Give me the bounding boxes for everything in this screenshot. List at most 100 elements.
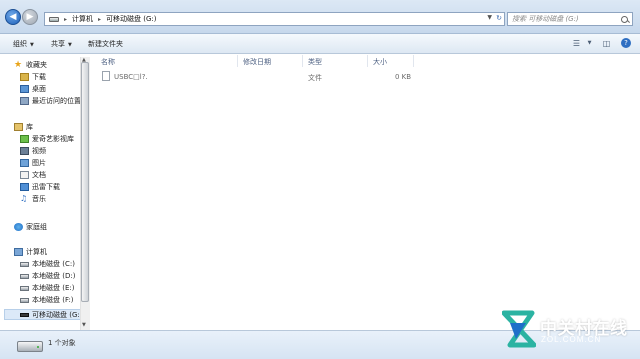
- nav-recent-label: 最近访问的位置: [32, 97, 81, 105]
- hard-drive-icon: [20, 273, 29, 279]
- address-bar[interactable]: ▸ 计算机 ▸ 可移动磁盘 (G:) ▼ ↻: [44, 12, 505, 26]
- column-header-modified[interactable]: 修改日期: [243, 57, 271, 67]
- chevron-down-icon[interactable]: ▼: [487, 14, 492, 21]
- nav-drive-f[interactable]: 本地磁盘 (F:): [20, 295, 74, 305]
- nav-downloads-label: 下载: [32, 73, 46, 81]
- nav-favorites-label: 收藏夹: [26, 61, 47, 69]
- title-address-bar: ◀ ▶ ▸ 计算机 ▸ 可移动磁盘 (G:) ▼ ↻ 搜索 可移动磁盘 (G:): [0, 0, 640, 34]
- download-folder-icon: [20, 183, 29, 191]
- refresh-icon[interactable]: ↻: [496, 14, 502, 22]
- column-header-type[interactable]: 类型: [308, 57, 322, 67]
- search-icon[interactable]: [621, 15, 628, 23]
- search-placeholder: 搜索 可移动磁盘 (G:): [512, 15, 579, 23]
- organize-label: 组织: [13, 40, 27, 48]
- nav-desktop[interactable]: 桌面: [20, 84, 46, 94]
- navigation-pane: ★ 收藏夹 下载 桌面 最近访问的位置 库 爱奇艺影视库 视频 图片 文档 迅雷…: [0, 55, 91, 330]
- chevron-right-icon: ▸: [98, 15, 102, 23]
- new-folder-button[interactable]: 新建文件夹: [88, 39, 123, 49]
- video-icon: [20, 147, 29, 155]
- recent-places-icon: [20, 97, 29, 105]
- chevron-down-icon[interactable]: ▼: [584, 39, 595, 48]
- nav-drive-e[interactable]: 本地磁盘 (E:): [20, 283, 74, 293]
- column-header-name[interactable]: 名称: [101, 57, 115, 67]
- nav-computer-label: 计算机: [26, 248, 47, 256]
- zol-watermark: 中关村在线 ZOL.COM.CN: [500, 307, 630, 355]
- file-type: 文件: [308, 74, 322, 82]
- nav-homegroup[interactable]: 家庭组: [14, 222, 47, 232]
- nav-videos[interactable]: 视频: [20, 146, 46, 156]
- column-header-size[interactable]: 大小: [373, 57, 387, 67]
- chevron-down-icon: ▼: [68, 42, 72, 48]
- nav-iqiyi-library[interactable]: 爱奇艺影视库: [20, 134, 74, 144]
- nav-libraries[interactable]: 库: [14, 122, 33, 132]
- back-button[interactable]: ◀: [5, 9, 21, 25]
- library-icon: [20, 135, 29, 143]
- help-icon[interactable]: ?: [621, 38, 631, 48]
- picture-icon: [20, 159, 29, 167]
- arrow-left-icon: ◀: [9, 11, 17, 22]
- hard-drive-icon: [20, 297, 29, 303]
- nav-music-label: 音乐: [32, 195, 46, 203]
- nav-music[interactable]: ♫ 音乐: [20, 194, 46, 204]
- nav-pictures[interactable]: 图片: [20, 158, 46, 168]
- desktop-icon: [20, 85, 29, 93]
- file-icon: [102, 71, 110, 81]
- forward-button[interactable]: ▶: [22, 9, 38, 25]
- removable-drive-icon: [17, 341, 43, 352]
- breadcrumb-removable-disk[interactable]: 可移动磁盘 (G:): [106, 14, 156, 24]
- nav-drive-d[interactable]: 本地磁盘 (D:): [20, 271, 75, 281]
- nav-homegroup-label: 家庭组: [26, 223, 47, 231]
- command-toolbar: 组织 ▼ 共享 ▼ 新建文件夹 ☰ ▼ ◫ ?: [0, 34, 640, 54]
- nav-thunder-label: 迅雷下载: [32, 183, 60, 191]
- hard-drive-icon: [20, 261, 29, 267]
- nav-drive-d-label: 本地磁盘 (D:): [32, 272, 76, 280]
- homegroup-icon: [14, 223, 23, 231]
- nav-thunder-downloads[interactable]: 迅雷下载: [20, 182, 60, 192]
- nav-desktop-label: 桌面: [32, 85, 46, 93]
- nav-removable-disk-g[interactable]: 可移动磁盘 (G:): [20, 310, 82, 320]
- nav-pictures-label: 图片: [32, 159, 46, 167]
- column-divider[interactable]: [237, 55, 238, 67]
- breadcrumb-computer[interactable]: 计算机: [72, 14, 93, 24]
- nav-videos-label: 视频: [32, 147, 46, 155]
- scroll-up-icon[interactable]: ▲: [82, 57, 86, 63]
- arrow-right-icon: ▶: [26, 11, 34, 22]
- sidebar-scroll-thumb[interactable]: [81, 62, 89, 302]
- nav-drive-e-label: 本地磁盘 (E:): [32, 284, 75, 292]
- nav-documents-label: 文档: [32, 171, 46, 179]
- nav-drive-c[interactable]: 本地磁盘 (C:): [20, 259, 75, 269]
- column-divider[interactable]: [413, 55, 414, 67]
- share-label: 共享: [51, 40, 65, 48]
- file-size: 0 KB: [395, 73, 412, 81]
- zol-logo-icon: [502, 310, 536, 348]
- nav-drive-f-label: 本地磁盘 (F:): [32, 296, 74, 304]
- hard-drive-icon: [20, 285, 29, 291]
- nav-downloads[interactable]: 下载: [20, 72, 46, 82]
- share-button[interactable]: 共享 ▼: [51, 39, 72, 49]
- nav-favorites[interactable]: ★ 收藏夹: [14, 60, 47, 70]
- document-icon: [20, 171, 29, 179]
- scroll-down-icon[interactable]: ▼: [82, 322, 86, 328]
- chevron-right-icon: ▸: [64, 15, 68, 23]
- column-divider[interactable]: [302, 55, 303, 67]
- nav-computer[interactable]: 计算机: [14, 247, 47, 257]
- chevron-down-icon: ▼: [30, 42, 34, 48]
- nav-documents[interactable]: 文档: [20, 170, 46, 180]
- column-divider[interactable]: [367, 55, 368, 67]
- watermark-subtitle: ZOL.COM.CN: [541, 335, 602, 344]
- item-count: 1 个对象: [48, 339, 76, 347]
- file-name: USBC□l?.: [114, 73, 148, 81]
- nav-drive-g-label: 可移动磁盘 (G:): [32, 311, 83, 319]
- file-list: 名称 修改日期 类型 大小 USBC□l?. 文件 0 KB: [91, 55, 640, 330]
- nav-recent-places[interactable]: 最近访问的位置: [20, 96, 81, 106]
- computer-icon: [14, 248, 23, 256]
- preview-pane-icon[interactable]: ◫: [601, 39, 612, 48]
- drive-icon: [49, 16, 59, 22]
- star-icon: ★: [14, 60, 23, 70]
- removable-drive-icon: [20, 313, 29, 317]
- organize-button[interactable]: 组织 ▼: [13, 39, 34, 49]
- search-input[interactable]: 搜索 可移动磁盘 (G:): [507, 12, 633, 26]
- view-options-icon[interactable]: ☰: [571, 39, 582, 48]
- download-folder-icon: [20, 73, 29, 81]
- library-icon: [14, 123, 23, 131]
